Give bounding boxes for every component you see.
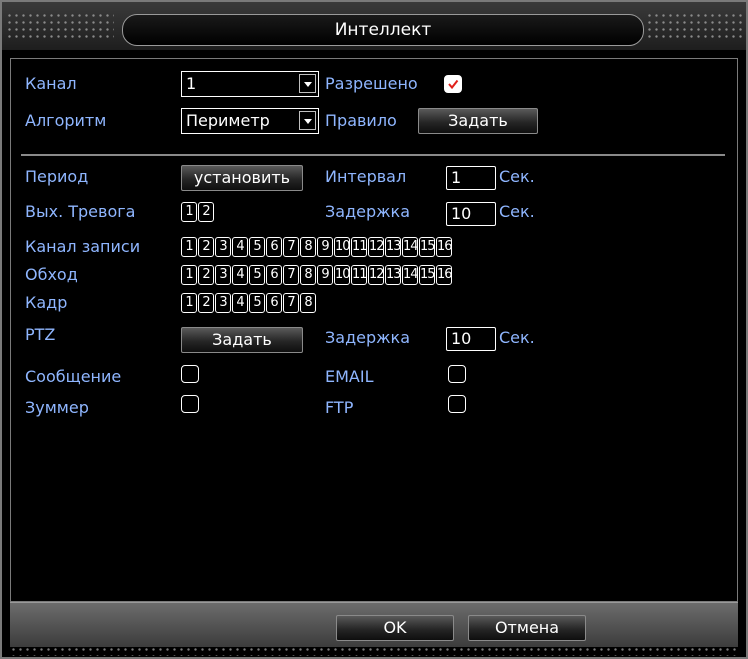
record-channel-box[interactable]: 8 xyxy=(300,237,316,257)
frame-box[interactable]: 6 xyxy=(266,293,282,313)
tour-box[interactable]: 16 xyxy=(436,265,453,285)
record-channel-label: Канал записи xyxy=(25,237,141,256)
frame-box[interactable]: 1 xyxy=(181,293,197,313)
frame-box[interactable]: 5 xyxy=(249,293,265,313)
record-channel-box[interactable]: 6 xyxy=(266,237,282,257)
record-channel-box[interactable]: 7 xyxy=(283,237,299,257)
period-label: Период xyxy=(25,167,89,186)
interval-input[interactable]: 1 xyxy=(446,166,496,190)
chevron-down-icon[interactable] xyxy=(299,74,316,93)
record-channel-boxes: 1 2 3 4 5 6 7 8 9 10 11 12 13 14 15 16 xyxy=(181,237,453,257)
interval-unit: Сек. xyxy=(499,167,535,186)
delay-unit: Сек. xyxy=(499,202,535,221)
record-channel-box[interactable]: 3 xyxy=(215,237,231,257)
tour-box[interactable]: 9 xyxy=(317,265,333,285)
settings-panel: Канал 1 Разрешено Алгоритм Периметр Прав… xyxy=(10,58,738,602)
message-label: Сообщение xyxy=(25,367,122,386)
frame-label: Кадр xyxy=(25,293,68,312)
channel-select-value: 1 xyxy=(186,74,197,93)
channel-select[interactable]: 1 xyxy=(181,71,319,97)
email-label: EMAIL xyxy=(325,367,374,386)
footer-decoration xyxy=(10,646,738,656)
record-channel-box[interactable]: 16 xyxy=(436,237,453,257)
ftp-label: FTP xyxy=(325,398,354,417)
delay-label: Задержка xyxy=(325,202,411,221)
tour-box[interactable]: 4 xyxy=(232,265,248,285)
chevron-down-icon[interactable] xyxy=(299,111,316,130)
ptz-delay-unit: Сек. xyxy=(499,328,535,347)
alarm-out-boxes: 12 xyxy=(181,202,215,222)
record-channel-box[interactable]: 10 xyxy=(334,237,351,257)
enabled-checkbox[interactable] xyxy=(444,75,462,93)
rule-set-button[interactable]: Задать xyxy=(418,108,538,134)
tour-box[interactable]: 2 xyxy=(198,265,214,285)
tour-box[interactable]: 8 xyxy=(300,265,316,285)
message-checkbox[interactable] xyxy=(181,365,199,383)
algorithm-label: Алгоритм xyxy=(25,111,107,130)
record-channel-box[interactable]: 9 xyxy=(317,237,333,257)
tour-box[interactable]: 15 xyxy=(419,265,436,285)
ptz-label: PTZ xyxy=(25,325,56,344)
tour-box[interactable]: 5 xyxy=(249,265,265,285)
tour-boxes: 1 2 3 4 5 6 7 8 9 10 11 12 13 14 15 16 xyxy=(181,265,453,285)
title-decoration-right xyxy=(646,12,742,40)
rule-label: Правило xyxy=(325,111,397,130)
email-checkbox[interactable] xyxy=(448,365,466,383)
record-channel-box[interactable]: 11 xyxy=(351,237,368,257)
tour-box[interactable]: 3 xyxy=(215,265,231,285)
enabled-label: Разрешено xyxy=(325,74,418,93)
record-channel-box[interactable]: 15 xyxy=(419,237,436,257)
frame-box[interactable]: 7 xyxy=(283,293,299,313)
record-channel-box[interactable]: 1 xyxy=(181,237,197,257)
tour-box[interactable]: 6 xyxy=(266,265,282,285)
cancel-button[interactable]: Отмена xyxy=(468,615,586,641)
title-decoration-left xyxy=(6,12,114,40)
frame-box[interactable]: 8 xyxy=(300,293,316,313)
frame-boxes: 12345678 xyxy=(181,293,317,313)
tour-box[interactable]: 10 xyxy=(334,265,351,285)
ptz-delay-input[interactable]: 10 xyxy=(446,327,496,351)
alarm-out-box[interactable]: 2 xyxy=(198,202,214,222)
section-divider xyxy=(21,154,725,156)
record-channel-box[interactable]: 5 xyxy=(249,237,265,257)
period-set-button[interactable]: установить xyxy=(181,165,303,191)
record-channel-box[interactable]: 2 xyxy=(198,237,214,257)
record-channel-box[interactable]: 14 xyxy=(402,237,419,257)
record-channel-box[interactable]: 12 xyxy=(368,237,385,257)
buzzer-label: Зуммер xyxy=(25,398,89,417)
algorithm-select[interactable]: Периметр xyxy=(181,108,319,134)
record-channel-box[interactable]: 13 xyxy=(385,237,402,257)
ftp-checkbox[interactable] xyxy=(448,395,466,413)
ptz-set-button[interactable]: Задать xyxy=(181,327,303,353)
channel-label: Канал xyxy=(25,74,77,93)
tour-label: Обход xyxy=(25,265,78,284)
alarm-out-label: Вых. Тревога xyxy=(25,202,136,221)
buzzer-checkbox[interactable] xyxy=(181,395,199,413)
tour-box[interactable]: 12 xyxy=(368,265,385,285)
dialog-title: Интеллект xyxy=(122,14,644,46)
ptz-delay-label: Задержка xyxy=(325,328,411,347)
tour-box[interactable]: 7 xyxy=(283,265,299,285)
ok-button[interactable]: OK xyxy=(336,615,454,641)
delay-input[interactable]: 10 xyxy=(446,202,496,226)
tour-box[interactable]: 1 xyxy=(181,265,197,285)
intellect-dialog: Интеллект Канал 1 Разрешено Алгоритм Пер… xyxy=(0,0,748,659)
tour-box[interactable]: 13 xyxy=(385,265,402,285)
title-bar: Интеллект xyxy=(2,2,746,50)
frame-box[interactable]: 2 xyxy=(198,293,214,313)
algorithm-select-value: Периметр xyxy=(186,111,270,130)
frame-box[interactable]: 3 xyxy=(215,293,231,313)
checkmark-icon xyxy=(448,79,459,90)
interval-label: Интервал xyxy=(325,167,407,186)
tour-box[interactable]: 14 xyxy=(402,265,419,285)
record-channel-box[interactable]: 4 xyxy=(232,237,248,257)
alarm-out-box[interactable]: 1 xyxy=(181,202,197,222)
frame-box[interactable]: 4 xyxy=(232,293,248,313)
dialog-footer: OK Отмена xyxy=(10,602,738,647)
tour-box[interactable]: 11 xyxy=(351,265,368,285)
